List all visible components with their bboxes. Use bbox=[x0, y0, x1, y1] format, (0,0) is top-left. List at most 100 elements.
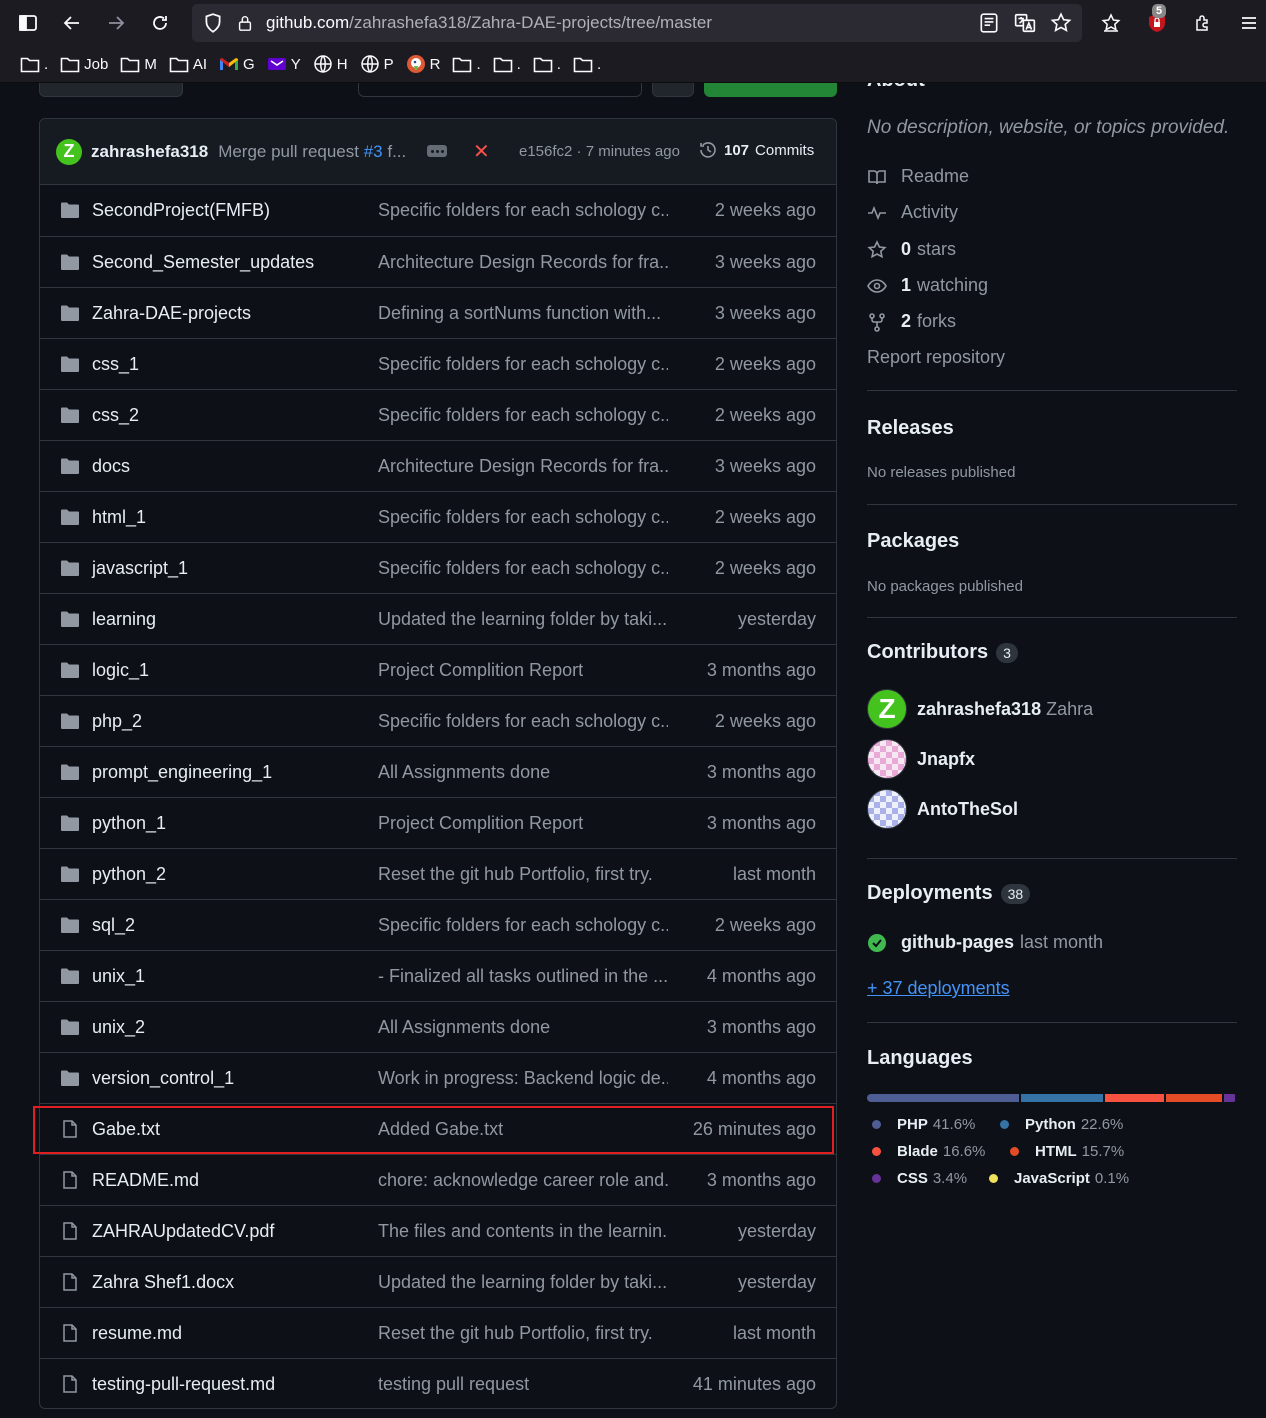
table-row[interactable]: Gabe.txt Added Gabe.txt 26 minutes ago bbox=[40, 1103, 836, 1154]
commit-message-link[interactable]: Updated the learning folder by taki... bbox=[378, 609, 668, 630]
file-name-link[interactable]: logic_1 bbox=[92, 660, 149, 681]
table-row[interactable]: css_1 Specific folders for each schology … bbox=[40, 338, 836, 389]
commit-message-link[interactable]: Specific folders for each schology c... bbox=[378, 711, 668, 732]
commit-message-link[interactable]: All Assignments done bbox=[378, 1017, 668, 1038]
back-icon[interactable] bbox=[50, 0, 94, 46]
bookmark-item[interactable]: . bbox=[527, 49, 567, 79]
table-row[interactable]: css_2 Specific folders for each schology … bbox=[40, 389, 836, 440]
file-name-link[interactable]: css_2 bbox=[92, 405, 139, 426]
commit-message-link[interactable]: Defining a sortNums function with... bbox=[378, 303, 668, 324]
avatar[interactable]: Z bbox=[867, 689, 907, 729]
url-bar[interactable]: github.com/zahrashefa318/Zahra-DAE-proje… bbox=[192, 4, 1082, 42]
language-item[interactable]: CSS 3.4% bbox=[872, 1170, 967, 1187]
commit-message-link[interactable]: Specific folders for each schology c... bbox=[378, 915, 668, 936]
file-name-link[interactable]: README.md bbox=[92, 1170, 199, 1191]
bookmark-item[interactable]: . bbox=[14, 49, 54, 79]
commit-message-link[interactable]: All Assignments done bbox=[378, 762, 668, 783]
pull-request-link[interactable]: #3 bbox=[364, 142, 383, 161]
table-row[interactable]: Zahra-DAE-projects Defining a sortNums fu… bbox=[40, 287, 836, 338]
bookmark-item[interactable]: Y bbox=[261, 49, 307, 79]
bookmark-item[interactable]: AI bbox=[163, 49, 213, 79]
translate-icon[interactable] bbox=[1014, 12, 1036, 34]
language-item[interactable]: Blade 16.6% bbox=[872, 1143, 985, 1160]
table-row[interactable]: logic_1 Project Complition Report 3 months… bbox=[40, 644, 836, 695]
file-name-link[interactable]: php_2 bbox=[92, 711, 142, 732]
table-row[interactable]: javascript_1 Specific folders for each sc… bbox=[40, 542, 836, 593]
commit-message-link[interactable]: Reset the git hub Portfolio, first try. bbox=[378, 1323, 668, 1344]
file-name-link[interactable]: unix_1 bbox=[92, 966, 145, 987]
commit-message-link[interactable]: chore: acknowledge career role and... bbox=[378, 1170, 668, 1191]
contributor-item[interactable]: Z zahrashefa318 Zahra bbox=[867, 689, 1093, 729]
file-name-link[interactable]: version_control_1 bbox=[92, 1068, 234, 1089]
file-name-link[interactable]: python_1 bbox=[92, 813, 166, 834]
file-name-link[interactable]: unix_2 bbox=[92, 1017, 145, 1038]
table-row[interactable]: php_2 Specific folders for each schology … bbox=[40, 695, 836, 746]
ellipsis-icon[interactable] bbox=[427, 145, 447, 157]
forward-icon[interactable] bbox=[94, 0, 138, 46]
commit-message-link[interactable]: Specific folders for each schology c... bbox=[378, 405, 668, 426]
file-name-link[interactable]: Second_Semester_updates bbox=[92, 252, 314, 273]
bookmark-item[interactable]: P bbox=[354, 49, 400, 79]
bookmark-item[interactable]: Job bbox=[54, 49, 114, 79]
contributor-item[interactable]: AntoTheSol bbox=[867, 789, 1018, 829]
commit-message-link[interactable]: Updated the learning folder by taki... bbox=[378, 1272, 668, 1293]
table-row[interactable]: unix_1 - Finalized all tasks outlined in … bbox=[40, 950, 836, 1001]
add-file-button[interactable] bbox=[652, 83, 694, 97]
shield-icon[interactable] bbox=[202, 12, 224, 34]
check-failed-icon[interactable]: ✕ bbox=[473, 139, 490, 164]
bookmark-item[interactable]: . bbox=[446, 49, 486, 79]
bookmark-star-icon[interactable] bbox=[1050, 12, 1072, 34]
contributor-item[interactable]: Jnapfx bbox=[867, 739, 975, 779]
commit-message-link[interactable]: Project Complition Report bbox=[378, 660, 668, 681]
table-row[interactable]: unix_2 All Assignments done 3 months ago bbox=[40, 1001, 836, 1052]
commit-message-link[interactable]: Specific folders for each schology c... bbox=[378, 558, 668, 579]
table-row[interactable]: docs Architecture Design Records for fra.… bbox=[40, 440, 836, 491]
commit-sha-time[interactable]: e156fc2 · 7 minutes ago bbox=[519, 143, 680, 160]
reload-icon[interactable] bbox=[138, 0, 182, 46]
table-row[interactable]: sql_2 Specific folders for each schology … bbox=[40, 899, 836, 950]
file-name-link[interactable]: Gabe.txt bbox=[92, 1119, 160, 1140]
file-name-link[interactable]: prompt_engineering_1 bbox=[92, 762, 272, 783]
bookmark-item[interactable]: . bbox=[567, 49, 607, 79]
table-row[interactable]: prompt_engineering_1 All Assignments done… bbox=[40, 746, 836, 797]
commit-message-link[interactable]: Specific folders for each schology c... bbox=[378, 507, 668, 528]
releases-heading[interactable]: Releases bbox=[867, 417, 954, 440]
activity-link[interactable]: Activity bbox=[867, 202, 958, 223]
file-name-link[interactable]: ZAHRAUpdatedCV.pdf bbox=[92, 1221, 274, 1242]
file-name-link[interactable]: testing-pull-request.md bbox=[92, 1374, 275, 1395]
file-name-link[interactable]: resume.md bbox=[92, 1323, 182, 1344]
language-item[interactable]: Python 22.6% bbox=[1000, 1116, 1123, 1133]
file-name-link[interactable]: python_2 bbox=[92, 864, 166, 885]
sidebar-toggle-icon[interactable] bbox=[6, 0, 50, 46]
language-item[interactable]: JavaScript 0.1% bbox=[989, 1170, 1129, 1187]
watching-link[interactable]: 1 watching bbox=[867, 275, 988, 296]
table-row[interactable]: python_2 Reset the git hub Portfolio, fir… bbox=[40, 848, 836, 899]
file-name-link[interactable]: learning bbox=[92, 609, 156, 630]
language-item[interactable]: HTML 15.7% bbox=[1010, 1143, 1124, 1160]
forks-link[interactable]: 2 forks bbox=[867, 311, 956, 332]
file-name-link[interactable]: css_1 bbox=[92, 354, 139, 375]
bookmarks-menu-icon[interactable] bbox=[1088, 0, 1134, 46]
table-row[interactable]: learning Updated the learning folder by t… bbox=[40, 593, 836, 644]
packages-heading[interactable]: Packages bbox=[867, 530, 959, 553]
table-row[interactable]: resume.md Reset the git hub Portfolio, fi… bbox=[40, 1307, 836, 1358]
code-button[interactable] bbox=[704, 83, 837, 97]
commit-message-link[interactable]: Architecture Design Records for fra... bbox=[378, 252, 668, 273]
file-name-link[interactable]: docs bbox=[92, 456, 130, 477]
branch-select-button[interactable] bbox=[39, 83, 183, 97]
table-row[interactable]: SecondProject(FMFB) Specific folders for … bbox=[40, 185, 836, 236]
commit-message-link[interactable]: Specific folders for each schology c... bbox=[378, 200, 668, 221]
deployments-heading[interactable]: Deployments 38 bbox=[867, 882, 1031, 905]
file-name-link[interactable]: Zahra Shef1.docx bbox=[92, 1272, 234, 1293]
lock-icon[interactable] bbox=[236, 14, 254, 32]
table-row[interactable]: Second_Semester_updates Architecture Desi… bbox=[40, 236, 836, 287]
language-bar[interactable] bbox=[867, 1094, 1237, 1102]
table-row[interactable]: Zahra Shef1.docx Updated the learning fol… bbox=[40, 1256, 836, 1307]
avatar[interactable] bbox=[867, 739, 907, 779]
file-name-link[interactable]: SecondProject(FMFB) bbox=[92, 200, 270, 221]
table-row[interactable]: python_1 Project Complition Report 3 month… bbox=[40, 797, 836, 848]
commits-link[interactable]: 107 Commits bbox=[698, 140, 814, 160]
commit-message-link[interactable]: testing pull request bbox=[378, 1374, 668, 1395]
table-row[interactable]: html_1 Specific folders for each schology… bbox=[40, 491, 836, 542]
bookmark-item[interactable]: R bbox=[400, 49, 447, 79]
